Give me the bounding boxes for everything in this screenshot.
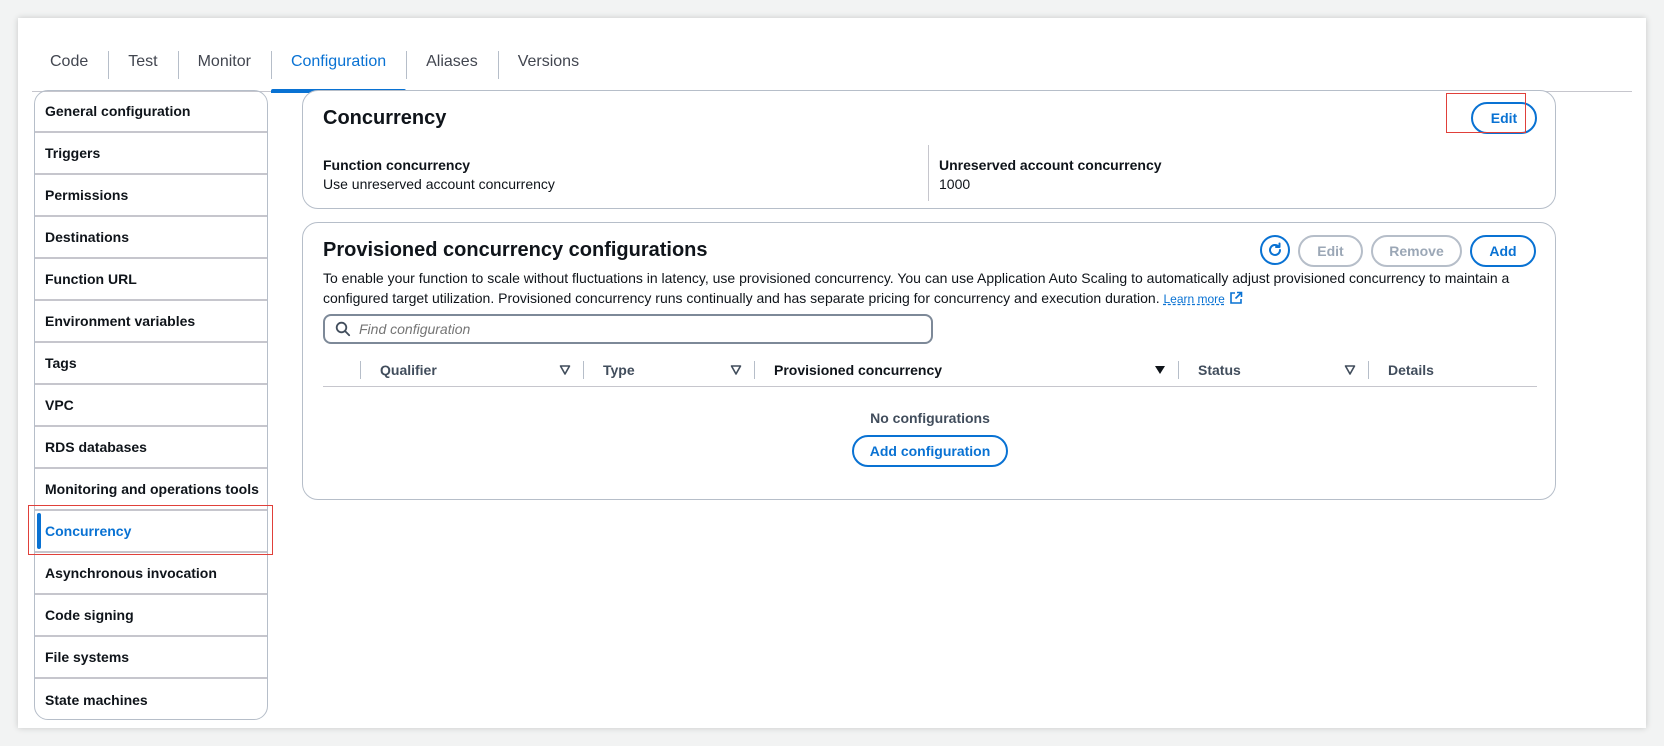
sidebar-item-asynchronous-invocation[interactable]: Asynchronous invocation — [35, 553, 267, 595]
search-field[interactable] — [323, 314, 933, 344]
concurrency-panel: Concurrency Edit Function concurrency Us… — [302, 90, 1556, 209]
sidebar-item-permissions[interactable]: Permissions — [35, 175, 267, 217]
function-concurrency-value: Use unreserved account concurrency — [323, 176, 555, 192]
tab-monitor[interactable]: Monitor — [177, 32, 271, 92]
unreserved-concurrency-value: 1000 — [939, 176, 971, 192]
tab-aliases[interactable]: Aliases — [406, 32, 498, 92]
sidebar-item-triggers[interactable]: Triggers — [35, 133, 267, 175]
column-header-type[interactable]: Type — [603, 353, 635, 387]
provisioned-title: Provisioned concurrency configurations — [323, 239, 708, 261]
sort-icon[interactable] — [1344, 364, 1356, 376]
column-separator — [754, 361, 755, 379]
column-separator — [360, 361, 361, 379]
refresh-icon — [1269, 242, 1281, 256]
provisioned-concurrency-panel: Provisioned concurrency configurations E… — [302, 222, 1556, 500]
tab-bar: Code Test Monitor Configuration Aliases … — [32, 32, 1632, 93]
column-separator — [583, 361, 584, 379]
sidebar-item-function-url[interactable]: Function URL — [35, 259, 267, 301]
provisioned-description-text: To enable your function to scale without… — [323, 270, 1510, 306]
column-separator — [1178, 361, 1179, 379]
table-header: Qualifier Type Provisioned concurrency S… — [323, 353, 1537, 387]
tab-versions[interactable]: Versions — [497, 32, 599, 92]
provisioned-description: To enable your function to scale without… — [323, 268, 1523, 309]
learn-more-link[interactable]: Learn more — [1163, 292, 1224, 306]
sort-descending-icon[interactable] — [1154, 364, 1166, 376]
sidebar-item-destinations[interactable]: Destinations — [35, 217, 267, 259]
search-icon — [335, 321, 351, 337]
tab-configuration[interactable]: Configuration — [270, 32, 407, 93]
sort-icon[interactable] — [559, 364, 571, 376]
sidebar-item-monitoring-tools[interactable]: Monitoring and operations tools — [35, 469, 267, 511]
tab-code[interactable]: Code — [32, 32, 108, 92]
column-separator — [1368, 361, 1369, 379]
sidebar-item-vpc[interactable]: VPC — [35, 385, 267, 427]
sidebar-item-file-systems[interactable]: File systems — [35, 637, 267, 679]
provisioned-edit-button[interactable]: Edit — [1298, 235, 1363, 267]
sidebar-item-general-configuration[interactable]: General configuration — [35, 91, 267, 133]
function-concurrency-label: Function concurrency — [323, 157, 471, 173]
sidebar-nav: General configuration Triggers Permissio… — [34, 90, 268, 720]
empty-state-text: No configurations — [870, 410, 990, 426]
sidebar-item-environment-variables[interactable]: Environment variables — [35, 301, 267, 343]
concurrency-divider — [928, 145, 929, 201]
external-link-icon[interactable] — [1229, 291, 1243, 305]
sort-icon[interactable] — [730, 364, 742, 376]
search-input[interactable] — [359, 321, 919, 337]
provisioned-add-button[interactable]: Add — [1470, 235, 1536, 267]
learn-more-label: Learn more — [1163, 292, 1225, 306]
sidebar-item-state-machines[interactable]: State machines — [35, 679, 267, 719]
concurrency-title: Concurrency — [323, 107, 447, 129]
column-header-provisioned-concurrency[interactable]: Provisioned concurrency — [774, 353, 942, 387]
column-header-details: Details — [1388, 362, 1434, 378]
refresh-button[interactable] — [1260, 235, 1290, 265]
concurrency-edit-button[interactable]: Edit — [1471, 102, 1537, 134]
sidebar-item-code-signing[interactable]: Code signing — [35, 595, 267, 637]
sidebar-item-tags[interactable]: Tags — [35, 343, 267, 385]
app-window: Code Test Monitor Configuration Aliases … — [18, 18, 1646, 728]
provisioned-remove-button[interactable]: Remove — [1371, 235, 1462, 267]
sidebar-item-concurrency[interactable]: Concurrency — [35, 511, 267, 553]
sidebar-item-rds-databases[interactable]: RDS databases — [35, 427, 267, 469]
add-configuration-button[interactable]: Add configuration — [852, 435, 1008, 467]
tab-test[interactable]: Test — [108, 32, 177, 92]
column-header-status[interactable]: Status — [1198, 353, 1241, 387]
column-header-qualifier[interactable]: Qualifier — [380, 353, 437, 387]
unreserved-concurrency-label: Unreserved account concurrency — [939, 157, 1162, 173]
